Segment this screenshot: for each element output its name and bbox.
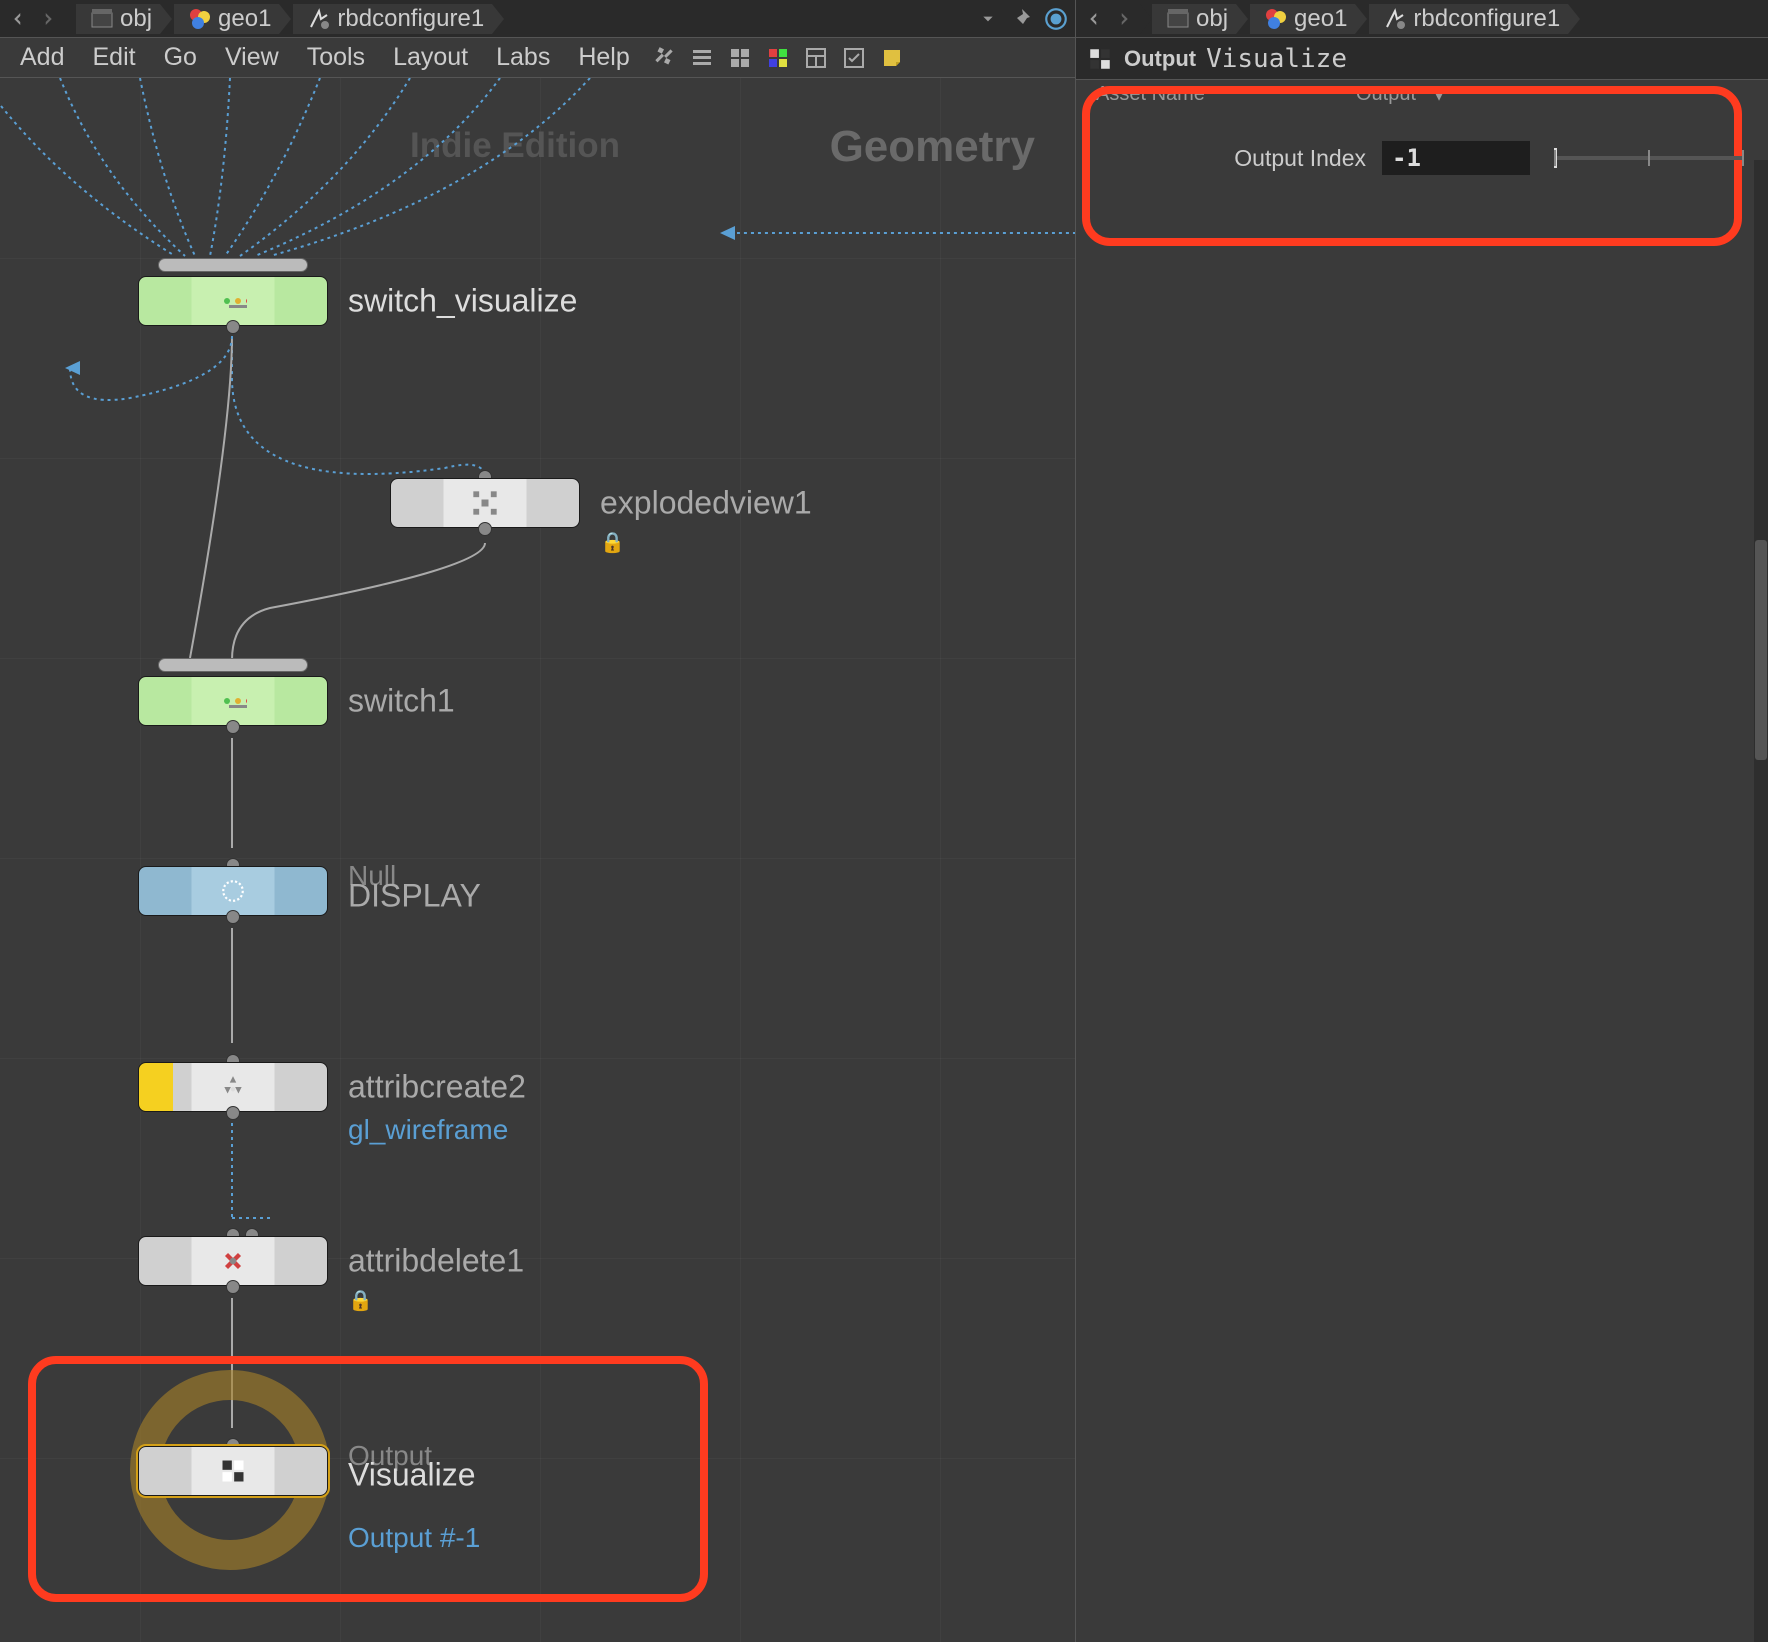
menu-layout[interactable]: Layout <box>381 39 480 76</box>
left-path-bar: obj geo1 rbdconfigure1 <box>0 0 1075 38</box>
node-label: Visualize <box>348 1457 475 1494</box>
path-label: rbdconfigure1 <box>1413 5 1560 33</box>
node-comment: Output #-1 <box>348 1522 480 1554</box>
path-label: rbdconfigure1 <box>337 5 484 33</box>
null-node-icon <box>219 877 247 905</box>
output-connector[interactable] <box>226 320 240 334</box>
path-segment-rbdconfigure1[interactable]: rbdconfigure1 <box>1369 4 1568 34</box>
list-icon[interactable] <box>686 42 718 74</box>
tools-icon[interactable] <box>648 42 680 74</box>
path-segment-rbdconfigure1[interactable]: rbdconfigure1 <box>293 4 492 34</box>
scrollbar[interactable] <box>1754 160 1768 1642</box>
note-icon[interactable] <box>876 42 908 74</box>
menu-view[interactable]: View <box>213 39 291 76</box>
node-comment: gl_wireframe <box>348 1114 508 1146</box>
scrollbar-thumb[interactable] <box>1755 540 1767 760</box>
menu-tools[interactable]: Tools <box>295 39 377 76</box>
layout-icon[interactable] <box>800 42 832 74</box>
menu-labs[interactable]: Labs <box>484 39 562 76</box>
path-label: obj <box>120 5 152 33</box>
switch-node-icon <box>219 687 247 715</box>
output-connector[interactable] <box>478 522 492 536</box>
lock-icon: 🔒 <box>348 1288 373 1313</box>
sop-icon <box>1383 7 1407 31</box>
menu-add[interactable]: Add <box>8 39 76 76</box>
output-connector[interactable] <box>226 1106 240 1120</box>
right-path-bar: obj geo1 rbdconfigure1 <box>1076 0 1768 38</box>
node-label: attribdelete1 <box>348 1243 524 1280</box>
menu-go[interactable]: Go <box>152 39 209 76</box>
sop-icon <box>307 7 331 31</box>
output-index-slider[interactable] <box>1554 156 1742 160</box>
output-node-icon <box>219 1457 247 1485</box>
multi-input-bar <box>158 658 308 672</box>
attribcreate-node-icon <box>219 1073 247 1101</box>
output-label: Output <box>1356 83 1416 106</box>
node-switch1[interactable]: switch1 <box>138 676 328 726</box>
attribdelete-node-icon <box>219 1247 247 1275</box>
menu-bar: Add Edit Go View Tools Layout Labs Help <box>0 38 1075 78</box>
node-output-visualize[interactable]: Output Visualize Output #-1 <box>138 1446 328 1496</box>
watermark: Indie Edition <box>410 126 620 166</box>
path-segment-geo1[interactable]: geo1 <box>174 4 279 34</box>
palette-icon[interactable] <box>762 42 794 74</box>
output-connector[interactable] <box>226 910 240 924</box>
node-explodedview1[interactable]: explodedview1 🔒 <box>390 478 580 528</box>
context-label: Geometry <box>830 122 1035 172</box>
nav-back-button[interactable] <box>4 5 32 33</box>
switch-node-icon <box>219 287 247 315</box>
node-switch-visualize[interactable]: switch_visualize <box>138 276 328 326</box>
exploded-view-icon <box>471 489 499 517</box>
node-label: attribcreate2 <box>348 1069 526 1106</box>
geo-icon <box>1264 7 1288 31</box>
dropdown-icon: ▾ <box>1434 82 1444 107</box>
geo-icon <box>188 7 212 31</box>
scene-icon <box>1166 7 1190 31</box>
node-label: DISPLAY <box>348 878 481 915</box>
path-dropdown-button[interactable] <box>977 5 999 33</box>
lock-icon: 🔒 <box>600 530 625 555</box>
output-node-icon <box>1086 45 1114 73</box>
nav-forward-button[interactable] <box>1110 5 1138 33</box>
output-connector[interactable] <box>226 1280 240 1294</box>
multi-input-bar <box>158 258 308 272</box>
node-attribdelete1[interactable]: attribdelete1 🔒 <box>138 1236 328 1286</box>
path-label: geo1 <box>218 5 271 33</box>
path-segment-obj[interactable]: obj <box>1152 4 1236 34</box>
param-row-output-index: Output Index <box>1206 136 1742 180</box>
param-row-faded: Asset Name Output ▾ <box>1076 80 1768 108</box>
path-label: geo1 <box>1294 5 1347 33</box>
task-icon[interactable] <box>838 42 870 74</box>
param-body: Asset Name Output ▾ Output Index <box>1076 80 1768 1642</box>
node-label: switch1 <box>348 683 455 720</box>
eye-button[interactable] <box>1041 4 1071 34</box>
param-header: Output Visualize <box>1076 38 1768 80</box>
output-index-label: Output Index <box>1206 145 1366 172</box>
path-label: obj <box>1196 5 1228 33</box>
path-segment-geo1[interactable]: geo1 <box>1250 4 1355 34</box>
network-view[interactable]: Indie Edition Geometry <box>0 78 1075 1642</box>
nav-forward-button[interactable] <box>34 5 62 33</box>
menu-help[interactable]: Help <box>566 39 641 76</box>
output-connector[interactable] <box>226 720 240 734</box>
asset-name-label: Asset Name <box>1096 83 1208 106</box>
nav-back-button[interactable] <box>1080 5 1108 33</box>
node-label: explodedview1 <box>600 485 812 522</box>
node-attribcreate2[interactable]: attribcreate2 gl_wireframe <box>138 1062 328 1112</box>
scene-icon <box>90 7 114 31</box>
menu-edit[interactable]: Edit <box>80 39 147 76</box>
grid-icon[interactable] <box>724 42 756 74</box>
path-segment-obj[interactable]: obj <box>76 4 160 34</box>
node-display[interactable]: Null DISPLAY <box>138 866 328 916</box>
pin-button[interactable] <box>1005 4 1035 34</box>
output-index-input[interactable] <box>1382 141 1530 175</box>
param-node-name[interactable]: Visualize <box>1206 44 1347 74</box>
param-type-label: Output <box>1124 46 1196 72</box>
node-label: switch_visualize <box>348 283 577 320</box>
